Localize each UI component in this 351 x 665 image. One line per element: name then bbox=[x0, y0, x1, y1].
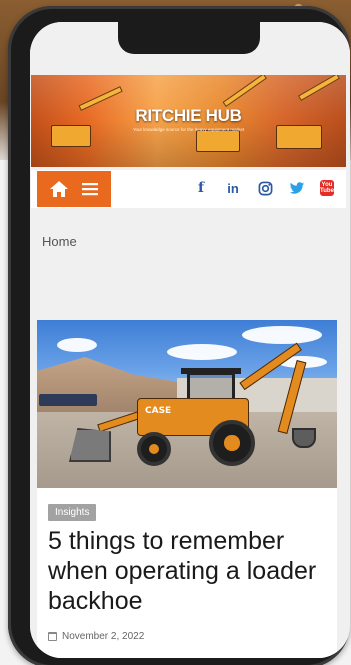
rear-wheel-graphic bbox=[209, 420, 255, 466]
cloud-graphic bbox=[57, 338, 97, 352]
phone-notch bbox=[118, 22, 260, 54]
social-links: f in You Tube bbox=[192, 179, 334, 197]
phone-frame: RITCHIE HUB Your knowledge source for th… bbox=[8, 6, 350, 665]
hamburger-menu-icon bbox=[81, 183, 98, 196]
truck-graphic bbox=[39, 394, 97, 406]
page-content: RITCHIE HUB Your knowledge source for th… bbox=[30, 22, 350, 658]
home-icon bbox=[49, 181, 68, 197]
cloud-graphic bbox=[242, 326, 322, 344]
case-logo: CASE bbox=[145, 406, 172, 416]
breadcrumb-home[interactable]: Home bbox=[42, 234, 77, 249]
twitter-icon[interactable] bbox=[288, 179, 306, 197]
article-image[interactable]: CASE bbox=[37, 320, 337, 488]
article-date-text: November 2, 2022 bbox=[62, 631, 145, 642]
youtube-label-bottom: Tube bbox=[320, 188, 334, 194]
menu-button[interactable] bbox=[77, 176, 103, 202]
site-tagline: Your knowledge source for the heavy equi… bbox=[132, 127, 245, 132]
excavator-graphic bbox=[196, 130, 240, 152]
youtube-icon[interactable]: You Tube bbox=[320, 180, 334, 196]
article-card[interactable]: CASE Insights 5 things to remember when … bbox=[37, 320, 337, 658]
home-button[interactable] bbox=[46, 176, 72, 202]
front-wheel-graphic bbox=[137, 432, 171, 466]
site-banner[interactable]: RITCHIE HUB Your knowledge source for th… bbox=[31, 75, 346, 167]
nav-button-group bbox=[37, 171, 111, 207]
facebook-icon[interactable]: f bbox=[192, 179, 210, 197]
phone-screen: RITCHIE HUB Your knowledge source for th… bbox=[30, 22, 350, 658]
cloud-graphic bbox=[167, 344, 237, 360]
top-nav: f in You Tube bbox=[31, 170, 346, 208]
article-date: November 2, 2022 bbox=[48, 631, 144, 642]
calendar-icon bbox=[48, 632, 57, 641]
twitter-glyph bbox=[289, 181, 305, 194]
instagram-icon[interactable] bbox=[256, 179, 274, 197]
backhoe-bucket-graphic bbox=[292, 428, 316, 448]
linkedin-icon[interactable]: in bbox=[224, 179, 242, 197]
site-title: RITCHIE HUB bbox=[135, 106, 242, 125]
category-badge[interactable]: Insights bbox=[48, 504, 97, 521]
article-title[interactable]: 5 things to remember when operating a lo… bbox=[48, 526, 333, 616]
instagram-glyph bbox=[258, 181, 272, 195]
